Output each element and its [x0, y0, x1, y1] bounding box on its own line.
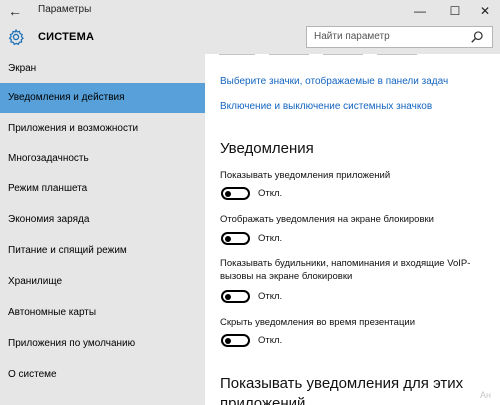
app-notifications-label: Показывать уведомления приложений	[220, 170, 391, 181]
taskbar-icons-link[interactable]: Выберите значки, отображаемые в панели з…	[220, 76, 448, 87]
back-arrow-icon[interactable]: ←	[8, 3, 24, 19]
section-title: СИСТЕМА	[38, 31, 95, 43]
sidebar-item-multitasking[interactable]: Многозадачность	[0, 144, 205, 174]
sidebar: Экран Уведомления и действия Приложения …	[0, 54, 205, 405]
sidebar-item-battery-saver[interactable]: Экономия заряда	[0, 205, 205, 235]
toggle-knob	[225, 190, 231, 197]
sidebar-item-display[interactable]: Экран	[0, 54, 205, 84]
notifications-heading: Уведомления	[220, 140, 314, 157]
search-input[interactable]: Найти параметр	[306, 26, 493, 48]
sidebar-item-offline-maps[interactable]: Автономные карты	[0, 298, 205, 328]
sidebar-item-power-sleep[interactable]: Питание и спящий режим	[0, 236, 205, 266]
lockscreen-notifications-toggle[interactable]	[221, 232, 250, 245]
sidebar-item-tablet-mode[interactable]: Режим планшета	[0, 174, 205, 204]
sidebar-item-about[interactable]: О системе	[0, 360, 205, 390]
watermark: Ан	[480, 390, 491, 400]
toggle-knob	[225, 293, 231, 300]
sidebar-item-notifications[interactable]: Уведомления и действия	[0, 83, 205, 113]
hide-during-presentation-label: Скрыть уведомления во время презентации	[220, 317, 416, 328]
main-content: Выберите значки, отображаемые в панели з…	[205, 54, 500, 405]
system-icons-link[interactable]: Включение и выключение системных значков	[220, 101, 432, 112]
button-stub	[219, 54, 255, 55]
sidebar-item-default-apps[interactable]: Приложения по умолчанию	[0, 329, 205, 359]
hide-during-presentation-toggle[interactable]	[221, 334, 250, 347]
page-header: СИСТЕМА Найти параметр	[0, 22, 500, 54]
minimize-button[interactable]: —	[405, 0, 435, 22]
lockscreen-notifications-label: Отображать уведомления на экране блокиро…	[220, 214, 434, 225]
app-notifications-toggle[interactable]	[221, 187, 250, 200]
maximize-button[interactable]: ☐	[440, 0, 470, 22]
button-stub	[377, 54, 417, 55]
sidebar-item-storage[interactable]: Хранилище	[0, 267, 205, 297]
search-placeholder: Найти параметр	[314, 31, 390, 42]
toggle-knob	[225, 337, 231, 344]
app-notifications-state: Откл.	[258, 188, 283, 199]
alarms-voip-label: Показывать будильники, напоминания и вхо…	[220, 258, 471, 282]
hide-during-presentation-state: Откл.	[258, 335, 283, 346]
window-title: Параметры	[38, 4, 92, 15]
title-bar: ← Параметры — ☐ ✕	[0, 0, 500, 22]
alarms-voip-state: Откл.	[258, 291, 283, 302]
sidebar-item-apps-features[interactable]: Приложения и возможности	[0, 114, 205, 144]
per-app-notifications-heading: Показывать уведомления для этих приложен…	[220, 375, 464, 405]
button-stub	[269, 54, 309, 55]
gear-icon	[8, 29, 24, 46]
button-stub	[323, 54, 363, 55]
alarms-voip-toggle[interactable]	[221, 290, 250, 303]
lockscreen-notifications-state: Откл.	[258, 233, 283, 244]
toggle-knob	[225, 235, 231, 242]
close-button[interactable]: ✕	[470, 0, 500, 22]
search-icon[interactable]	[470, 30, 484, 44]
